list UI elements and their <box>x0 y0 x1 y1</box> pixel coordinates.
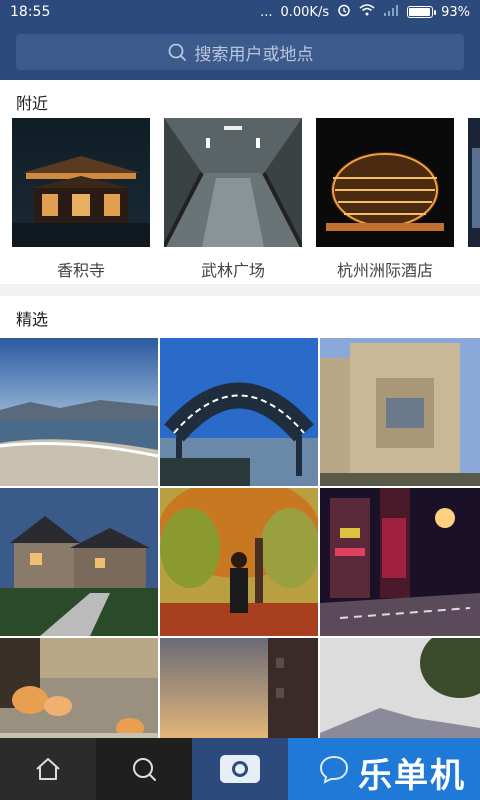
building-photo[interactable] <box>320 338 480 486</box>
battery-percent: 93% <box>441 4 470 20</box>
city-photo <box>468 118 480 247</box>
status-right: ... 0.00K/s 93% <box>260 3 470 21</box>
bottom-nav: 乐单机 <box>0 738 480 800</box>
autumn-tree-photo[interactable] <box>160 488 318 636</box>
watermark-logo: 乐单机 <box>358 756 466 796</box>
pier-sign-photo[interactable] <box>160 338 318 486</box>
status-time: 18:55 <box>10 4 51 20</box>
featured-section: 精选 <box>0 296 480 338</box>
camera-icon <box>220 755 260 783</box>
wifi-icon <box>359 4 375 20</box>
night-street-photo[interactable] <box>320 488 480 636</box>
escalator-photo <box>164 118 302 247</box>
status-dots: ... <box>260 4 273 20</box>
header: 搜索用户或地点 <box>0 24 480 80</box>
search-icon <box>168 43 186 61</box>
chat-icon <box>319 755 349 784</box>
search-input[interactable]: 搜索用户或地点 <box>16 34 464 70</box>
nav-home[interactable] <box>0 738 96 800</box>
nearby-place-card[interactable]: 武林广场 <box>164 118 302 281</box>
temple-photo <box>12 118 150 247</box>
house-photo[interactable] <box>0 488 158 636</box>
search-icon <box>133 758 156 781</box>
cats-photo[interactable] <box>0 638 158 738</box>
nearby-place-card[interactable]: 香积寺 <box>12 118 150 281</box>
alarm-icon <box>337 3 351 21</box>
home-icon <box>36 758 60 780</box>
nearby-section: 附近 香积寺 武林广场 杭州洲际酒店 <box>0 80 480 284</box>
battery-icon <box>407 6 437 18</box>
nearby-carousel[interactable]: 香积寺 武林广场 杭州洲际酒店 <box>12 118 480 281</box>
featured-grid <box>0 338 480 738</box>
nearby-place-card[interactable]: 杭州洲际酒店 <box>316 118 454 281</box>
sunset-photo[interactable] <box>160 638 318 738</box>
featured-title: 精选 <box>16 310 49 329</box>
hotel-photo <box>316 118 454 247</box>
nearby-place-card-partial[interactable] <box>468 118 480 281</box>
signal-icon <box>383 4 399 20</box>
place-label: 杭州洲际酒店 <box>336 261 433 280</box>
beach-photo[interactable] <box>0 338 158 486</box>
place-label: 武林广场 <box>200 261 265 280</box>
mountain-photo[interactable] <box>320 638 480 738</box>
nav-search[interactable] <box>96 738 192 800</box>
nearby-title: 附近 <box>16 94 49 113</box>
nav-chat[interactable]: 乐单机 <box>288 738 480 800</box>
nav-camera[interactable] <box>192 738 288 800</box>
network-speed: 0.00K/s <box>280 4 330 20</box>
place-label: 香积寺 <box>56 261 105 280</box>
status-bar: 18:55 ... 0.00K/s 93% <box>0 0 480 24</box>
search-placeholder: 搜索用户或地点 <box>194 44 314 65</box>
